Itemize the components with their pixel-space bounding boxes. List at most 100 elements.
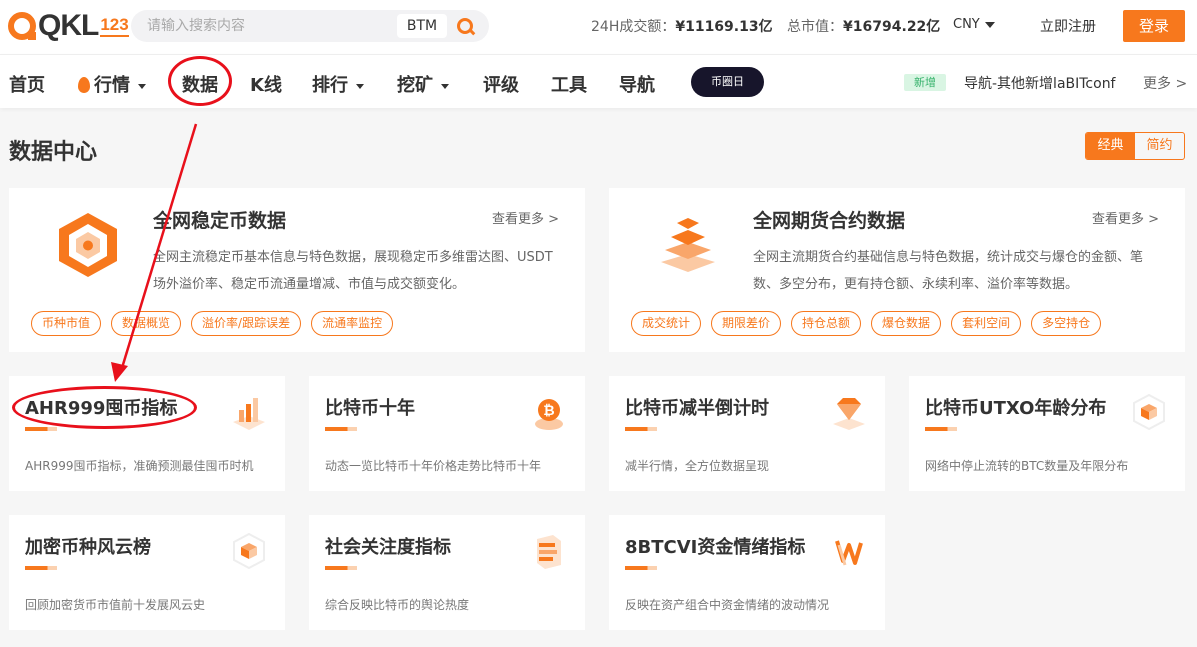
nav-tools[interactable]: 工具 [551, 71, 587, 97]
crypto-ranking-card[interactable]: 加密币种风云榜 回顾加密货币市值前十发展风云史 [9, 515, 285, 630]
search-bar: BTM [131, 10, 489, 42]
currency-select[interactable]: CNY [953, 17, 995, 32]
fire-icon [78, 77, 90, 93]
btcvi-card[interactable]: 8BTCVI资金情绪指标 反映在资产组合中资金情绪的波动情况 [609, 515, 885, 630]
social-attention-card[interactable]: 社会关注度指标 综合反映比特币的舆论热度 [309, 515, 585, 630]
nav-market[interactable]: 行情 [78, 71, 146, 97]
new-badge: 新增 [904, 74, 946, 91]
mcap-label: 总市值： [787, 19, 844, 35]
view-more-link[interactable]: 查看更多 > [1092, 208, 1159, 227]
tag-pill[interactable]: 币种市值 [31, 311, 102, 336]
bar-blocks-icon [233, 398, 265, 430]
hexagon-icon [59, 213, 117, 277]
tag-list: 币种市值 数据概览 溢价率/跟踪误差 流通率监控 [31, 311, 394, 336]
chevron-down-icon [984, 21, 995, 28]
card-description: 全网主流期货合约基础信息与特色数据，统计成交与爆仓的金额、笔数、多空分布，更有持… [753, 250, 1144, 292]
title-underline [325, 427, 357, 431]
card-title: 比特币UTXO年龄分布 [925, 398, 1107, 419]
lines-chart-icon [537, 535, 561, 569]
card-description: 网络中停止流转的BTC数量及年限分布 [925, 459, 1129, 473]
card-description: 全网主流稳定币基本信息与特色数据，展现稳定币多维雷达图、USDT场外溢价率、稳定… [153, 250, 553, 292]
volume-value: ¥11169.13亿 [675, 19, 773, 35]
card-description: AHR999囤币指标，准确预测最佳囤币时机 [25, 459, 254, 473]
btc-ten-years-card[interactable]: 比特币十年 动态一览比特币十年价格走势比特币十年 ₿ [309, 376, 585, 491]
highlight-circle-card [12, 386, 197, 429]
highlight-circle-nav [168, 56, 232, 106]
card-description: 减半行情，全方位数据呈现 [625, 459, 770, 473]
title-underline [925, 427, 957, 431]
tag-pill[interactable]: 多空持仓 [1031, 311, 1102, 336]
mcap-value: ¥16794.22亿 [843, 19, 941, 35]
logo-q-mark [8, 12, 36, 40]
card-title: 8BTCVI资金情绪指标 [625, 537, 806, 558]
chevron-down-icon [356, 83, 364, 89]
tag-pill[interactable]: 数据概览 [111, 311, 182, 336]
card-title: 社会关注度指标 [325, 537, 451, 558]
logo-text: QKL [38, 9, 99, 42]
search-input[interactable] [147, 16, 387, 36]
hexagon-cube-icon [233, 532, 265, 570]
hexagon-cube-icon [1133, 393, 1165, 431]
tag-pill[interactable]: 成交统计 [631, 311, 702, 336]
tag-pill[interactable]: 流通率监控 [311, 311, 394, 336]
page-title: 数据中心 [9, 140, 98, 165]
tag-pill[interactable]: 爆仓数据 [871, 311, 942, 336]
nav-mining-label: 挖矿 [397, 75, 433, 96]
title-underline [25, 427, 57, 431]
promo-banner[interactable]: 币圈日 [691, 67, 764, 97]
market-stats: 24H成交额：¥11169.13亿 总市值：¥16794.22亿 [591, 16, 950, 36]
stablecoin-card[interactable]: 全网稳定币数据 查看更多 > 全网主流稳定币基本信息与特色数据，展现稳定币多维雷… [9, 188, 585, 352]
diamond-icon [833, 398, 865, 430]
site-logo[interactable]: QKL 123 [8, 9, 129, 42]
card-title: 全网期货合约数据 [753, 210, 906, 232]
tag-pill[interactable]: 套利空间 [951, 311, 1022, 336]
btc-utxo-card[interactable]: 比特币UTXO年龄分布 网络中停止流转的BTC数量及年限分布 [909, 376, 1185, 491]
register-link[interactable]: 立即注册 [1040, 16, 1096, 36]
news-ticker[interactable]: 导航-其他新增laBITconf [964, 73, 1116, 93]
card-description: 综合反映比特币的舆论热度 [325, 598, 470, 612]
btc-halving-card[interactable]: 比特币减半倒计时 减半行情，全方位数据呈现 [609, 376, 885, 491]
title-underline [25, 566, 57, 570]
chevron-down-icon [441, 83, 449, 89]
logo-number: 123 [100, 15, 129, 37]
nav-mining[interactable]: 挖矿 [397, 71, 449, 97]
nav-ranking-label: 排行 [312, 75, 348, 96]
nav-market-label: 行情 [94, 75, 130, 96]
search-hot-tag[interactable]: BTM [397, 14, 447, 38]
tag-pill[interactable]: 溢价率/跟踪误差 [191, 311, 302, 336]
view-toggle: 经典 简约 [1085, 132, 1185, 160]
nav-navigation[interactable]: 导航 [619, 71, 655, 97]
more-link[interactable]: 更多 > [1143, 73, 1187, 93]
card-title: 加密币种风云榜 [25, 537, 151, 558]
view-more-link[interactable]: 查看更多 > [492, 208, 559, 227]
nav-kline[interactable]: K线 [250, 71, 282, 97]
tag-list: 成交统计 期限差价 持仓总额 爆仓数据 套利空间 多空持仓 [631, 311, 1102, 336]
stacked-cubes-icon [661, 218, 715, 272]
tag-pill[interactable]: 期限差价 [711, 311, 782, 336]
card-description: 反映在资产组合中资金情绪的波动情况 [625, 598, 830, 612]
view-simple[interactable]: 简约 [1135, 133, 1184, 159]
login-button[interactable]: 登录 [1123, 10, 1185, 42]
card-title: 比特币减半倒计时 [625, 398, 769, 419]
card-title: 比特币十年 [325, 398, 415, 419]
volume-label: 24H成交额： [591, 19, 676, 35]
card-title: 全网稳定币数据 [153, 210, 287, 232]
svg-text:₿: ₿ [543, 402, 554, 418]
search-icon[interactable] [457, 18, 473, 34]
card-description: 动态一览比特币十年价格走势比特币十年 [325, 459, 542, 473]
trend-icon [835, 540, 863, 566]
bitcoin-icon: ₿ [535, 399, 563, 430]
currency-label: CNY [953, 17, 980, 32]
nav-rating[interactable]: 评级 [483, 71, 519, 97]
title-underline [625, 566, 657, 570]
view-classic[interactable]: 经典 [1086, 133, 1135, 159]
tag-pill[interactable]: 持仓总额 [791, 311, 862, 336]
nav-ranking[interactable]: 排行 [312, 71, 364, 97]
nav-home[interactable]: 首页 [9, 71, 45, 97]
title-underline [625, 427, 657, 431]
title-underline [325, 566, 357, 570]
chevron-down-icon [138, 83, 146, 89]
futures-card[interactable]: 全网期货合约数据 查看更多 > 全网主流期货合约基础信息与特色数据，统计成交与爆… [609, 188, 1185, 352]
top-header: QKL 123 BTM 24H成交额：¥11169.13亿 总市值：¥16794… [0, 0, 1197, 54]
card-description: 回顾加密货币市值前十发展风云史 [25, 598, 206, 612]
